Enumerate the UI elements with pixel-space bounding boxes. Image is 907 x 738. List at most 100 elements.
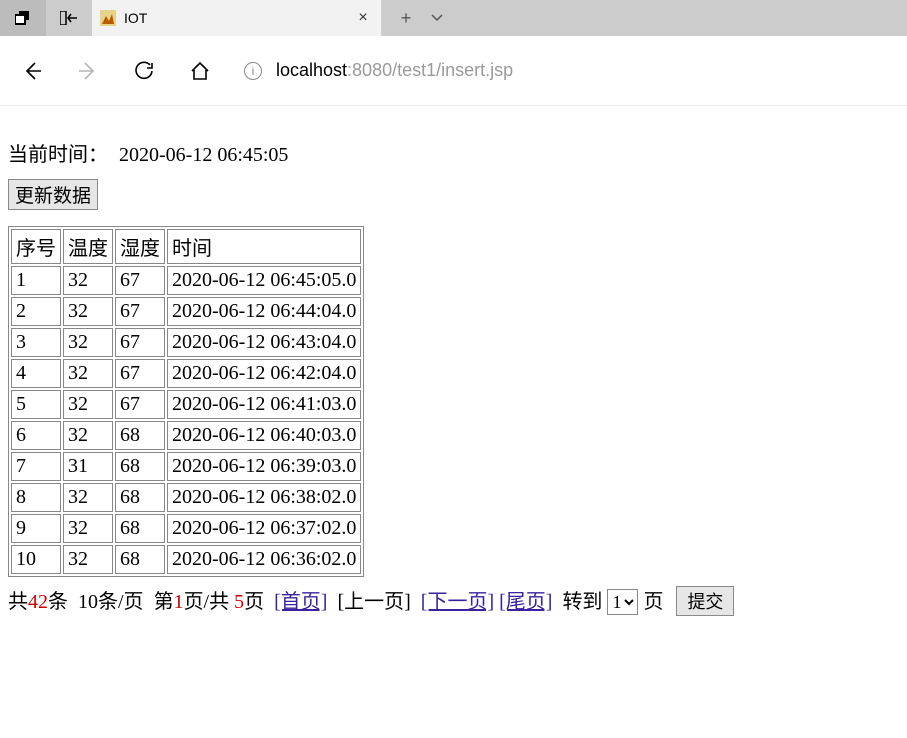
table-cell: 2020-06-12 06:41:03.0 [167,390,361,419]
pager-submit-button[interactable]: 提交 [676,586,734,616]
table-cell: 68 [115,545,165,574]
pager-text: 页 [244,591,264,613]
table-cell: 2020-06-12 06:37:02.0 [167,514,361,543]
table-row: 232672020-06-12 06:44:04.0 [11,297,361,326]
table-cell: 67 [115,359,165,388]
pager-text: 共 [8,591,28,613]
arrow-left-icon [21,60,43,82]
table-cell: 32 [63,359,113,388]
table-header-cell: 序号 [11,229,61,264]
tab-strip-rest: + [382,0,907,36]
current-time-line: 当前时间： 2020-06-12 06:45:05 [8,138,899,167]
table-cell: 2020-06-12 06:39:03.0 [167,452,361,481]
titlebar-button-2[interactable] [46,0,92,36]
table-row: 731682020-06-12 06:39:03.0 [11,452,361,481]
table-cell: 67 [115,297,165,326]
pager-text: 页/共 [184,591,235,613]
table-cell: 6 [11,421,61,450]
tab-close-button[interactable]: × [353,9,373,27]
table-cell: 67 [115,328,165,357]
table-cell: 2020-06-12 06:36:02.0 [167,545,361,574]
table-cell: 32 [63,390,113,419]
overlap-windows-icon [15,11,31,25]
nav-forward-button[interactable] [76,59,100,83]
table-cell: 9 [11,514,61,543]
pager-first-link[interactable]: [首页] [274,591,327,613]
favicon-icon [100,10,116,26]
table-header-cell: 时间 [167,229,361,264]
table-cell: 68 [115,514,165,543]
table-cell: 10 [11,545,61,574]
url-rest: :8080/test1/insert.jsp [347,60,513,80]
pager-per-page: 10条/页 [78,591,144,613]
table-cell: 32 [63,483,113,512]
table-row: 332672020-06-12 06:43:04.0 [11,328,361,357]
site-info-icon[interactable]: i [244,62,262,80]
nav-home-button[interactable] [188,59,212,83]
chevron-down-icon [430,11,450,25]
pager-total-pages: 5 [234,591,244,613]
table-cell: 31 [63,452,113,481]
arrow-right-icon [77,60,99,82]
current-time-label: 当前时间： [8,144,108,166]
table-row: 932682020-06-12 06:37:02.0 [11,514,361,543]
pager-prev-disabled: [上一页] [337,591,410,613]
current-time-value: 2020-06-12 06:45:05 [119,144,288,166]
table-row: 132672020-06-12 06:45:05.0 [11,266,361,295]
address-bar[interactable]: i localhost:8080/test1/insert.jsp [244,60,887,81]
table-cell: 32 [63,421,113,450]
table-row: 832682020-06-12 06:38:02.0 [11,483,361,512]
close-icon: × [358,9,367,26]
new-tab-button[interactable]: + [396,8,416,29]
pager-total-count: 42 [28,591,48,613]
pager-last-link[interactable]: [尾页] [499,591,552,613]
table-cell: 32 [63,545,113,574]
refresh-icon [133,60,155,82]
url-host: localhost [276,60,347,80]
table-cell: 2020-06-12 06:42:04.0 [167,359,361,388]
pager-goto-suffix: 页 [643,591,663,613]
browser-navbar: i localhost:8080/test1/insert.jsp [0,36,907,106]
table-cell: 68 [115,452,165,481]
table-cell: 7 [11,452,61,481]
update-data-button[interactable]: 更新数据 [8,179,98,210]
table-cell: 2020-06-12 06:44:04.0 [167,297,361,326]
tab-menu-button[interactable] [430,11,450,25]
tab-title: IOT [124,10,353,26]
table-cell: 5 [11,390,61,419]
table-cell: 1 [11,266,61,295]
set-aside-icon [60,11,78,25]
pager-goto-label: 转到 [562,591,602,613]
titlebar-button-1[interactable] [0,0,46,36]
table-cell: 32 [63,297,113,326]
table-cell: 2020-06-12 06:40:03.0 [167,421,361,450]
nav-refresh-button[interactable] [132,59,156,83]
table-cell: 68 [115,421,165,450]
table-row: 632682020-06-12 06:40:03.0 [11,421,361,450]
browser-tab-active[interactable]: IOT × [92,0,382,36]
table-row: 532672020-06-12 06:41:03.0 [11,390,361,419]
url-display: localhost:8080/test1/insert.jsp [276,60,513,81]
pager-text: 第 [154,591,174,613]
table-cell: 67 [115,266,165,295]
table-cell: 4 [11,359,61,388]
pager-goto-select[interactable]: 1 [607,589,638,615]
table-header-cell: 温度 [63,229,113,264]
table-cell: 32 [63,266,113,295]
table-cell: 2020-06-12 06:43:04.0 [167,328,361,357]
table-cell: 3 [11,328,61,357]
table-cell: 8 [11,483,61,512]
table-cell: 2020-06-12 06:38:02.0 [167,483,361,512]
table-cell: 2020-06-12 06:45:05.0 [167,266,361,295]
table-row: 432672020-06-12 06:42:04.0 [11,359,361,388]
home-icon [189,60,211,82]
table-row: 1032682020-06-12 06:36:02.0 [11,545,361,574]
nav-back-button[interactable] [20,59,44,83]
pager-current-page: 1 [174,591,184,613]
pager-next-link[interactable]: [下一页] [421,591,494,613]
pager: 共42条 10条/页 第1页/共 5页 [首页] [上一页] [下一页] [尾页… [8,585,899,616]
data-table: 序号温度湿度时间 132672020-06-12 06:45:05.023267… [8,226,364,577]
table-cell: 2 [11,297,61,326]
table-cell: 32 [63,514,113,543]
table-header-cell: 湿度 [115,229,165,264]
